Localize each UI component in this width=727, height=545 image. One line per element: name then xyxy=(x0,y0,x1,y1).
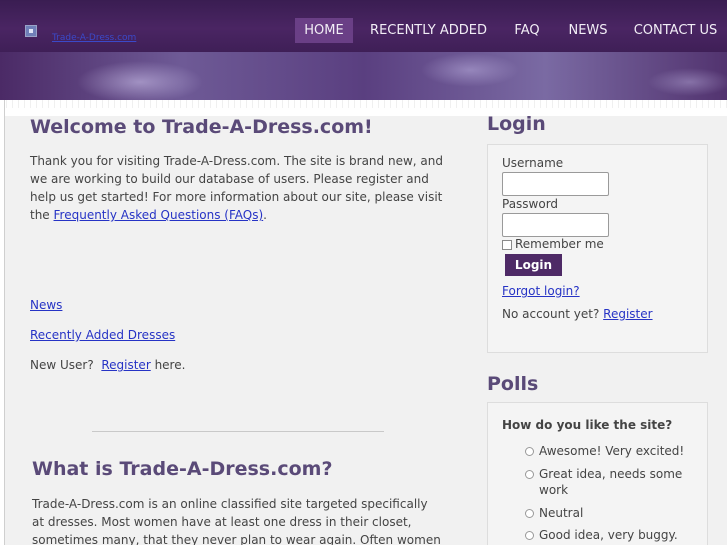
poll-option-label: Awesome! Very excited! xyxy=(539,444,685,458)
header-banner xyxy=(0,52,727,100)
poll-option-radio[interactable] xyxy=(525,509,534,518)
polls-title: Polls xyxy=(487,373,539,395)
welcome-title: Welcome to Trade-A-Dress.com! xyxy=(30,116,373,138)
nav-recently-added[interactable]: RECENTLY ADDED xyxy=(365,18,492,43)
poll-option-label: Neutral xyxy=(539,506,584,520)
remember-me-label: Remember me xyxy=(515,237,604,251)
new-user-prefix: New User? xyxy=(30,358,102,372)
nav-contact-us[interactable]: CONTACT US xyxy=(628,18,723,43)
poll-option-label: Great idea, needs some work xyxy=(539,467,683,497)
section-divider xyxy=(92,431,384,432)
no-account-text: No account yet? xyxy=(502,307,604,321)
frame-decoration xyxy=(6,100,727,108)
intro-end: . xyxy=(263,208,267,222)
login-button[interactable]: Login xyxy=(505,254,562,276)
nav-faq[interactable]: FAQ xyxy=(505,18,549,43)
login-title: Login xyxy=(487,113,546,135)
what-is-title: What is Trade-A-Dress.com? xyxy=(32,458,333,480)
poll-option-label: Good idea, very buggy. xyxy=(539,528,678,542)
poll-option-radio[interactable] xyxy=(525,531,534,540)
register-link-main[interactable]: Register xyxy=(101,358,150,372)
poll-option-radio[interactable] xyxy=(525,447,534,456)
username-label: Username xyxy=(502,156,564,170)
forgot-login-link[interactable]: Forgot login? xyxy=(502,284,580,298)
remember-me-checkbox[interactable] xyxy=(502,240,512,250)
nav-home[interactable]: HOME xyxy=(295,18,353,43)
no-account-line: No account yet? Register xyxy=(502,307,653,321)
new-user-suffix: here. xyxy=(150,358,186,372)
main-nav: HOME RECENTLY ADDED FAQ NEWS CONTACT US xyxy=(0,18,727,43)
new-user-line: New User? Register here. xyxy=(30,356,185,374)
username-input[interactable] xyxy=(502,172,609,196)
faq-link[interactable]: Frequently Asked Questions (FAQs) xyxy=(54,208,264,222)
poll-question: How do you like the site? xyxy=(502,418,673,432)
register-link-login[interactable]: Register xyxy=(603,307,652,321)
password-input[interactable] xyxy=(502,213,609,237)
what-is-paragraph: Trade-A-Dress.com is an online classifie… xyxy=(32,497,441,545)
password-label: Password xyxy=(502,197,559,211)
top-header: Trade-A-Dress.com HOME RECENTLY ADDED FA… xyxy=(0,0,727,52)
nav-news[interactable]: NEWS xyxy=(561,18,615,43)
recently-added-link[interactable]: Recently Added Dresses xyxy=(30,326,175,344)
poll-option-radio[interactable] xyxy=(525,470,534,479)
intro-paragraph: Thank you for visiting Trade-A-Dress.com… xyxy=(30,152,448,224)
news-link[interactable]: News xyxy=(30,296,62,314)
